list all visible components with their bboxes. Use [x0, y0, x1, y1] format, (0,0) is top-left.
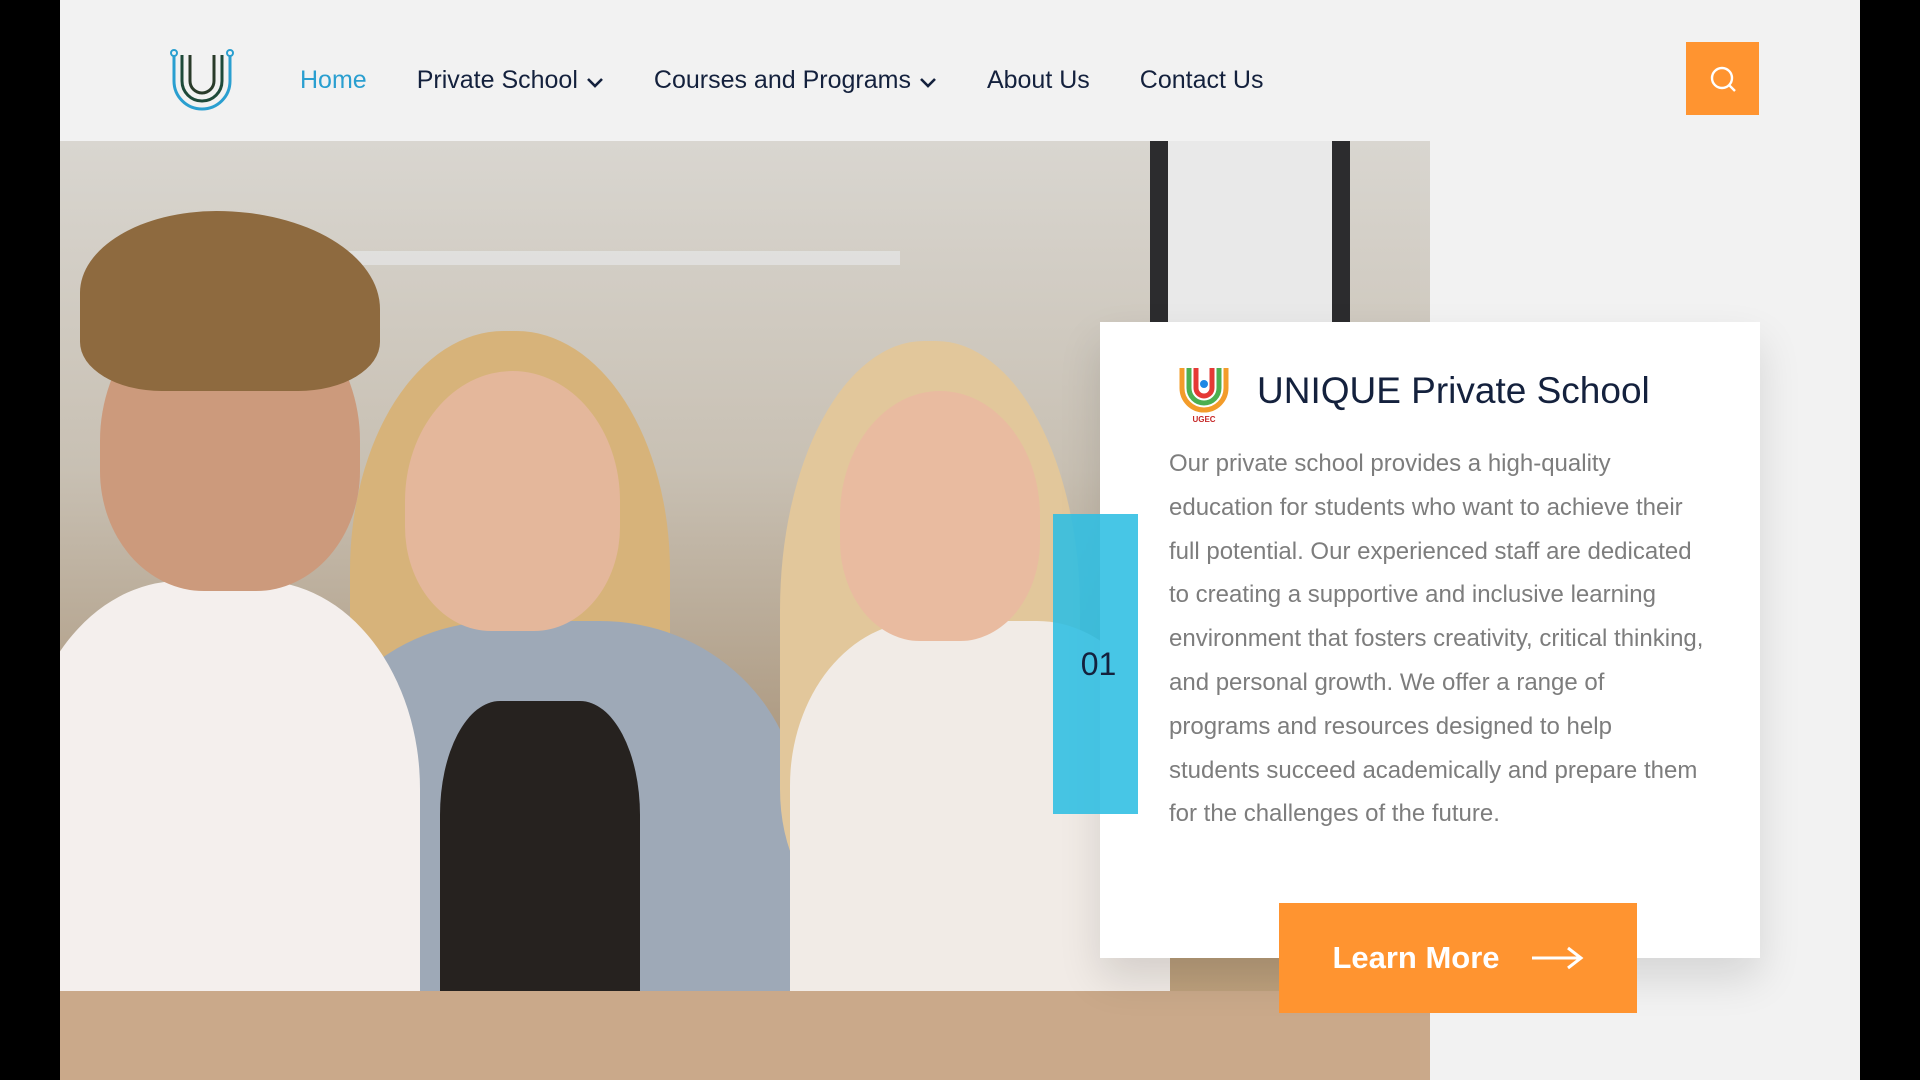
background-shelf [300, 251, 900, 265]
background-window [1150, 141, 1350, 341]
learn-more-button[interactable]: Learn More [1279, 903, 1637, 1013]
chevron-down-icon [920, 78, 936, 88]
page: Home Private School Courses and Programs… [60, 0, 1860, 1080]
student-2-face [405, 371, 620, 631]
nav-courses-programs-label: Courses and Programs [653, 65, 911, 94]
nav-private-school[interactable]: Private School [417, 66, 604, 95]
nav-contact-us[interactable]: Contact Us [1140, 66, 1264, 95]
nav-about-us-label: About Us [986, 65, 1090, 94]
card-title: UNIQUE Private School [1257, 370, 1650, 411]
nav-courses-programs[interactable]: Courses and Programs [654, 66, 937, 95]
learn-more-label: Learn More [1332, 940, 1500, 975]
site-header: Home Private School Courses and Programs… [60, 0, 1860, 141]
slide-number: 01 [1080, 645, 1117, 682]
slide-number-tab: 01 [1053, 514, 1138, 814]
nav-about-us[interactable]: About Us [987, 66, 1090, 95]
nav-home[interactable]: Home [300, 66, 367, 95]
nav-private-school-label: Private School [416, 65, 578, 94]
ugec-logo-text: UGEC [1192, 415, 1215, 424]
main-nav: Home Private School Courses and Programs… [300, 60, 1313, 100]
student-1-hair [80, 211, 380, 391]
arrow-right-icon [1531, 946, 1584, 970]
search-button[interactable] [1686, 42, 1759, 115]
table [60, 991, 1430, 1080]
search-icon [1710, 66, 1736, 92]
student-3-face [840, 391, 1040, 641]
nav-home-label: Home [300, 65, 367, 94]
chevron-down-icon [586, 78, 603, 88]
nav-contact-us-label: Contact Us [1139, 65, 1264, 94]
u-logo-icon[interactable] [168, 47, 236, 111]
ugec-logo-icon: UGEC [1179, 368, 1229, 424]
card-description: Our private school provides a high-quali… [1169, 450, 1704, 828]
